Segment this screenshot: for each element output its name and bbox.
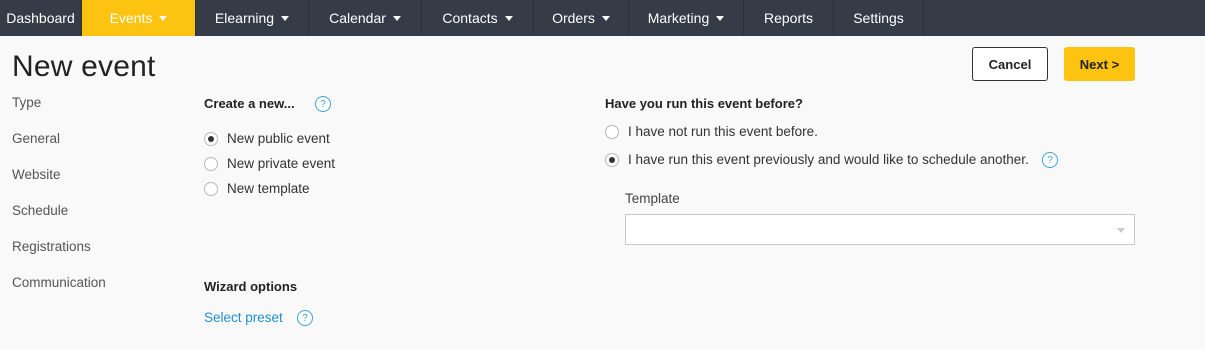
chevron-down-icon [392, 16, 401, 21]
radio-new-public-event[interactable]: New public event [204, 131, 330, 146]
radio-label: New private event [227, 156, 336, 171]
nav-item-dashboard[interactable]: Dashboard [0, 0, 82, 36]
sidebar-item-registrations[interactable]: Registrations [12, 239, 91, 254]
radio-label: I have not run this event before. [628, 124, 818, 139]
radio-run-previously[interactable]: I have run this event previously and wou… [605, 152, 1029, 167]
radio-not-run-before[interactable]: I have not run this event before. [605, 124, 818, 139]
nav-item-label: Settings [853, 10, 904, 26]
nav-item-marketing[interactable]: Marketing [629, 0, 744, 36]
nav-item-label: Reports [763, 10, 814, 26]
radio-button[interactable] [605, 152, 619, 167]
radio-label: I have run this event previously and wou… [628, 152, 1029, 167]
chevron-down-icon [504, 16, 513, 21]
radio-button[interactable] [204, 181, 218, 196]
nav-item-label: Elearning [214, 10, 275, 26]
radio-new-private-event[interactable]: New private event [204, 156, 335, 171]
sidebar-item-website[interactable]: Website [12, 167, 61, 182]
radio-new-template[interactable]: New template [204, 181, 310, 196]
template-select[interactable] [625, 214, 1135, 245]
event-history-heading: Have you run this event before? [605, 96, 803, 111]
page-title: New event [12, 50, 156, 83]
nav-item-label: Dashboard [6, 10, 75, 26]
radio-button[interactable] [605, 124, 619, 139]
nav-item-events[interactable]: Events [82, 0, 196, 36]
nav-item-elearning[interactable]: Elearning [196, 0, 309, 36]
sidebar-item-communication[interactable]: Communication [12, 275, 106, 290]
radio-button[interactable] [204, 131, 218, 146]
radio-label: New template [227, 181, 310, 196]
nav-item-contacts[interactable]: Contacts [422, 0, 534, 36]
top-navigation: Dashboard Events Elearning Calendar Cont… [0, 0, 1205, 36]
sidebar-item-type[interactable]: Type [12, 95, 41, 110]
next-button[interactable]: Next > [1064, 47, 1135, 81]
nav-item-label: Orders [552, 10, 595, 26]
cancel-button[interactable]: Cancel [972, 47, 1048, 81]
nav-item-reports[interactable]: Reports [744, 0, 834, 36]
chevron-down-icon [601, 16, 610, 21]
help-icon[interactable]: ? [297, 310, 313, 326]
help-icon[interactable]: ? [1042, 152, 1058, 168]
create-new-heading: Create a new... [204, 96, 295, 111]
nav-item-settings[interactable]: Settings [834, 0, 924, 36]
chevron-down-icon [716, 16, 725, 21]
help-icon[interactable]: ? [315, 96, 331, 112]
nav-item-label: Events [109, 10, 153, 26]
chevron-down-icon [281, 16, 290, 21]
radio-button[interactable] [204, 156, 218, 171]
nav-item-label: Contacts [442, 10, 498, 26]
nav-item-label: Marketing [647, 10, 710, 26]
sidebar-item-general[interactable]: General [12, 131, 60, 146]
radio-label: New public event [227, 131, 330, 146]
select-preset-link[interactable]: Select preset [204, 310, 283, 325]
wizard-options-heading: Wizard options [204, 279, 298, 294]
template-label: Template [625, 191, 680, 206]
sidebar-item-schedule[interactable]: Schedule [12, 203, 68, 218]
chevron-down-icon [159, 16, 168, 21]
nav-item-label: Calendar [329, 10, 386, 26]
nav-item-orders[interactable]: Orders [534, 0, 629, 36]
chevron-down-icon [1117, 228, 1125, 233]
nav-item-calendar[interactable]: Calendar [309, 0, 422, 36]
